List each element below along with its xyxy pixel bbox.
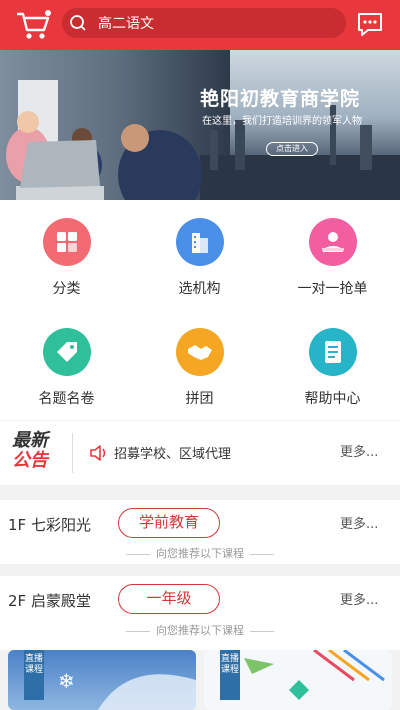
grid-label: 拼团	[185, 391, 214, 407]
section-more-link[interactable]: 更多...	[340, 589, 378, 608]
search-input[interactable]: 高二语文	[62, 8, 346, 38]
grid-label: 名题名卷	[38, 391, 95, 407]
message-icon[interactable]	[356, 10, 384, 38]
floor-section-2f: 2F 启蒙殿堂 一年级 更多... 向您推荐以下课程	[0, 576, 400, 650]
tutor-icon	[308, 218, 357, 266]
section-title: 1F 七彩阳光	[8, 516, 91, 534]
search-icon	[70, 15, 86, 31]
grid-item-help-center[interactable]: 帮助中心	[266, 328, 399, 408]
cart-icon[interactable]	[14, 8, 54, 42]
search-query: 高二语文	[98, 16, 154, 32]
grid-item-exam-papers[interactable]: 名题名卷	[0, 328, 133, 408]
banner[interactable]: 艳阳初教育商学院 在这里，我们打造培训界的领军人物 点击进入	[0, 50, 400, 200]
notice-logo-bottom: 公告	[12, 450, 48, 471]
section-category-pill[interactable]: 一年级	[118, 584, 220, 614]
grid-label: 一对一抢单	[297, 281, 368, 297]
live-course-tag: 直播课程	[220, 650, 240, 700]
notice-more-link[interactable]: 更多...	[340, 441, 378, 460]
notice-logo: 最新 公告	[12, 431, 60, 475]
banner-subtitle: 在这里，我们打造培训界的领军人物	[202, 116, 362, 127]
notice-logo-top: 最新	[12, 430, 48, 451]
grid-item-category[interactable]: 分类	[0, 218, 133, 298]
grid-item-group-buy[interactable]: 拼团	[133, 328, 266, 408]
document-icon	[308, 328, 357, 376]
notice-bar[interactable]: 最新 公告 招募学校、区域代理 更多...	[0, 421, 400, 485]
tag-icon	[42, 328, 91, 376]
live-course-tag: 直播课程	[24, 650, 44, 700]
building-icon	[175, 218, 224, 266]
speaker-icon	[90, 445, 106, 461]
grid-label: 选机构	[178, 281, 221, 297]
handshake-icon	[175, 328, 224, 376]
section-title: 2F 启蒙殿堂	[8, 592, 91, 610]
floor-section-1f: 1F 七彩阳光 学前教育 更多... 向您推荐以下课程	[0, 500, 400, 564]
grid-label: 分类	[52, 281, 81, 297]
category-grid: 分类 选机构 一对一抢单 名题名卷 拼团 帮助中心	[0, 200, 400, 420]
grid-item-one-on-one[interactable]: 一对一抢单	[266, 218, 399, 298]
section-recommend-text: 向您推荐以下课程	[0, 622, 400, 638]
notice-text[interactable]: 招募学校、区域代理	[114, 443, 231, 462]
grid-item-institution[interactable]: 选机构	[133, 218, 266, 298]
category-icon	[42, 218, 91, 266]
divider	[72, 433, 73, 473]
svg-text:❄: ❄	[58, 669, 75, 693]
section-category-pill[interactable]: 学前教育	[118, 508, 220, 538]
course-card[interactable]: 直播课程	[204, 650, 392, 710]
banner-enter-button[interactable]: 点击进入	[266, 142, 318, 156]
banner-title: 艳阳初教育商学院	[200, 88, 361, 110]
grid-label: 帮助中心	[304, 391, 361, 407]
course-card[interactable]: ❄ 直播课程	[8, 650, 196, 710]
section-recommend-text: 向您推荐以下课程	[0, 545, 400, 561]
top-bar: 高二语文	[0, 0, 400, 50]
section-more-link[interactable]: 更多...	[340, 513, 378, 532]
